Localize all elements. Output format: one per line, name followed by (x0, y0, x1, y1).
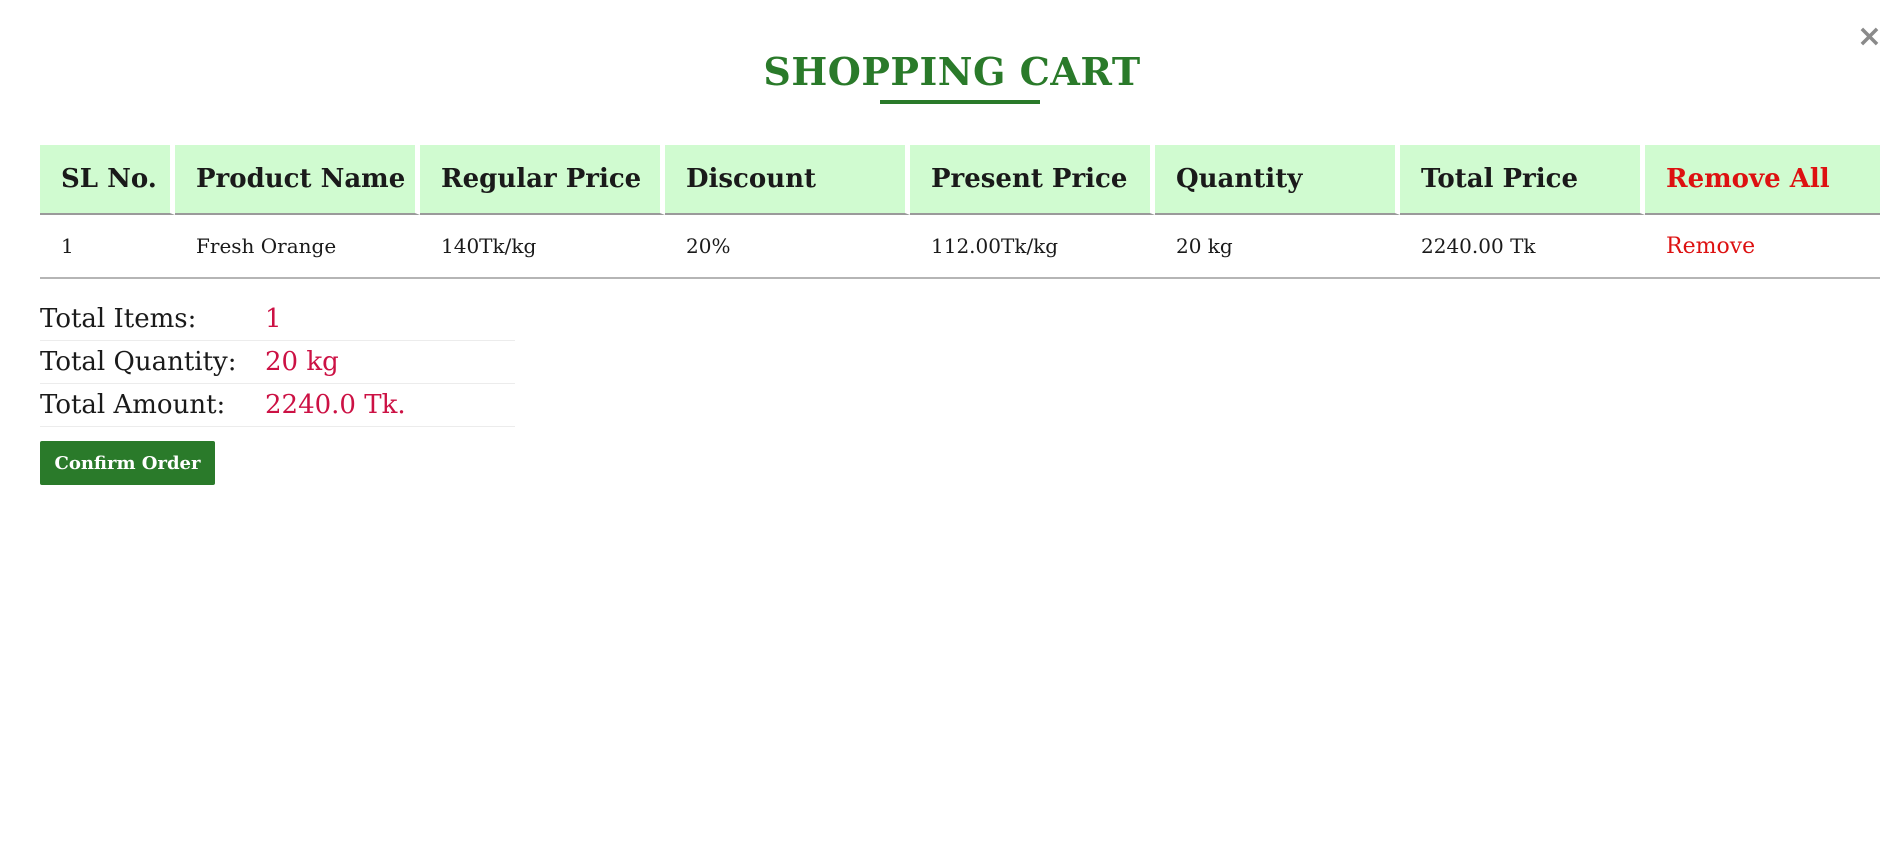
total-items-label: Total Items: (40, 304, 197, 334)
total-amount-label: Total Amount: (40, 390, 226, 420)
header-regular-price: Regular Price (420, 145, 665, 215)
summary-row-quantity: Total Quantity: 20 kg (40, 341, 515, 384)
header-present-price: Present Price (910, 145, 1155, 215)
total-items-value: 1 (265, 304, 282, 334)
shopping-cart-modal: × SHOPPING CART SL No. Product Name Regu… (0, 0, 1904, 846)
table-row: 1 Fresh Orange 140Tk/kg 20% 112.00Tk/kg … (40, 215, 1880, 279)
title-underline (880, 100, 1040, 104)
cell-quantity: 20 kg (1155, 215, 1400, 279)
header-total-price: Total Price (1400, 145, 1645, 215)
total-quantity-label: Total Quantity: (40, 347, 237, 377)
summary-row-amount: Total Amount: 2240.0 Tk. (40, 384, 515, 427)
summary-row-items: Total Items: 1 (40, 298, 515, 341)
header-quantity: Quantity (1155, 145, 1400, 215)
header-sl-no: SL No. (40, 145, 175, 215)
total-amount-value: 2240.0 Tk. (265, 390, 406, 420)
cell-product-name: Fresh Orange (175, 215, 420, 279)
cart-summary: Total Items: 1 Total Quantity: 20 kg Tot… (40, 298, 515, 427)
table-header-row: SL No. Product Name Regular Price Discou… (40, 145, 1880, 215)
remove-item-link[interactable]: Remove (1645, 215, 1880, 279)
remove-all-button[interactable]: Remove All (1645, 145, 1880, 215)
page-title: SHOPPING CART (763, 49, 1141, 94)
total-quantity-value: 20 kg (265, 347, 339, 377)
cell-sl-no: 1 (40, 215, 175, 279)
title-wrap: SHOPPING CART (0, 48, 1904, 96)
cell-discount: 20% (665, 215, 910, 279)
confirm-order-button[interactable]: Confirm Order (40, 441, 215, 485)
cart-table: SL No. Product Name Regular Price Discou… (40, 145, 1880, 279)
cell-regular-price: 140Tk/kg (420, 215, 665, 279)
cell-present-price: 112.00Tk/kg (910, 215, 1155, 279)
header-product-name: Product Name (175, 145, 420, 215)
header-discount: Discount (665, 145, 910, 215)
cell-total-price: 2240.00 Tk (1400, 215, 1645, 279)
